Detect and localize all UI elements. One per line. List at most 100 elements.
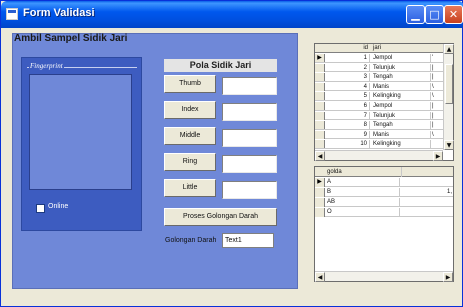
- table-row[interactable]: ▶ 1 Jempol ': [315, 54, 453, 63]
- cell-jari[interactable]: Kelingking: [371, 92, 431, 101]
- close-button[interactable]: ✕: [444, 5, 463, 24]
- proses-golongan-button[interactable]: Proses Golongan Darah: [164, 208, 277, 226]
- scroll-down-icon[interactable]: ▼: [444, 140, 454, 150]
- cell-extra[interactable]: \: [432, 131, 443, 139]
- cell-id[interactable]: 3: [325, 73, 370, 82]
- column-header-value[interactable]: [401, 167, 452, 177]
- row-selector[interactable]: [315, 198, 325, 207]
- thumb-button[interactable]: Thumb: [164, 75, 216, 93]
- cell-value[interactable]: 1,: [401, 188, 452, 197]
- scroll-left-icon[interactable]: ◀: [315, 151, 325, 161]
- scroll-right-icon[interactable]: ▶: [443, 272, 453, 282]
- app-window-icon: [6, 8, 18, 20]
- cell-jari[interactable]: Jempol: [371, 102, 431, 110]
- column-header-golda[interactable]: golda: [327, 167, 342, 177]
- table-row[interactable]: 9 Manis \: [315, 130, 453, 140]
- golda-grid-header: golda: [315, 167, 453, 177]
- golongan-label: Golongan Darah: [165, 237, 217, 244]
- cell-extra[interactable]: [432, 140, 443, 148]
- cell-value[interactable]: [401, 208, 452, 217]
- table-row[interactable]: ▶ A: [315, 178, 453, 187]
- little-button[interactable]: Little: [164, 179, 216, 197]
- table-row[interactable]: O: [315, 208, 453, 217]
- cell-jari[interactable]: Manis: [371, 130, 431, 139]
- table-row[interactable]: 4 Manis \: [315, 82, 453, 92]
- table-row[interactable]: 2 Telunjuk |: [315, 63, 453, 73]
- table-row[interactable]: 7 Telunjuk |: [315, 111, 453, 121]
- cell-extra[interactable]: ': [432, 54, 443, 62]
- maximize-button[interactable]: □: [425, 5, 444, 24]
- scroll-thumb[interactable]: [445, 64, 453, 104]
- cell-extra[interactable]: \: [432, 83, 443, 91]
- table-row[interactable]: 3 Tengah |: [315, 73, 453, 82]
- cell-value[interactable]: [401, 198, 452, 207]
- column-header-id[interactable]: id: [325, 44, 370, 53]
- table-row[interactable]: 8 Tengah |: [315, 121, 453, 130]
- cell-id[interactable]: 8: [325, 121, 370, 130]
- table-row[interactable]: 10 Kelingking: [315, 140, 453, 149]
- table-row[interactable]: AB: [315, 198, 453, 207]
- row-selector[interactable]: [315, 130, 325, 139]
- cell-id[interactable]: 2: [325, 63, 370, 72]
- online-checkbox[interactable]: [36, 204, 45, 213]
- cell-extra[interactable]: |: [432, 121, 443, 129]
- cell-jari[interactable]: Tengah: [371, 73, 431, 82]
- row-selector[interactable]: [315, 82, 325, 91]
- middle-button[interactable]: Middle: [164, 127, 216, 145]
- row-selector[interactable]: [315, 208, 325, 217]
- cell-jari[interactable]: Manis: [371, 82, 431, 91]
- cell-extra[interactable]: |: [432, 112, 443, 120]
- index-button[interactable]: Index: [164, 101, 216, 119]
- cell-id[interactable]: 1: [325, 54, 370, 62]
- row-selector[interactable]: [315, 188, 325, 197]
- cell-extra[interactable]: |: [432, 73, 443, 81]
- cell-jari[interactable]: Telunjuk: [371, 63, 431, 72]
- cell-jari[interactable]: Telunjuk: [371, 111, 431, 120]
- cell-value[interactable]: [401, 178, 452, 187]
- cell-id[interactable]: 10: [325, 140, 370, 149]
- cell-golda[interactable]: O: [325, 208, 400, 217]
- ring-button[interactable]: Ring: [164, 153, 216, 171]
- table-row[interactable]: 6 Jempol |: [315, 102, 453, 111]
- jari-grid[interactable]: id jari ▶ 1 Jempol ' 2 Telunjuk | 3 Tengah | 4 Mani…: [314, 43, 454, 161]
- cell-extra[interactable]: |: [432, 64, 443, 72]
- row-selector[interactable]: ▶: [315, 178, 325, 187]
- minimize-button[interactable]: ▁: [406, 5, 425, 24]
- ring-image: [222, 155, 277, 173]
- row-selector[interactable]: [315, 111, 325, 120]
- golda-grid[interactable]: golda ▶ A B 1, AB O ◀ ▶: [314, 166, 454, 282]
- cell-golda[interactable]: B: [325, 188, 400, 197]
- row-selector[interactable]: ▶: [315, 54, 325, 62]
- golda-grid-hscrollbar[interactable]: ◀ ▶: [315, 271, 453, 282]
- cell-golda[interactable]: AB: [325, 198, 400, 207]
- cell-id[interactable]: 9: [325, 130, 370, 139]
- jari-grid-hscrollbar[interactable]: ◀ ▶: [315, 150, 443, 161]
- row-selector[interactable]: [315, 102, 325, 110]
- row-selector[interactable]: [315, 121, 325, 130]
- cell-jari[interactable]: Kelingking: [371, 140, 431, 149]
- table-row[interactable]: B 1,: [315, 188, 453, 197]
- cell-id[interactable]: 6: [325, 102, 370, 110]
- title-bar[interactable]: Form Validasi ▁ □ ✕: [1, 1, 463, 28]
- cell-extra[interactable]: \: [432, 92, 443, 100]
- scroll-right-icon[interactable]: ▶: [433, 151, 443, 161]
- cell-jari[interactable]: Tengah: [371, 121, 431, 130]
- scroll-up-icon[interactable]: ▲: [444, 44, 454, 54]
- row-selector[interactable]: [315, 140, 325, 149]
- column-header-jari[interactable]: jari: [371, 44, 381, 53]
- cell-id[interactable]: 7: [325, 111, 370, 120]
- row-selector[interactable]: [315, 63, 325, 72]
- jari-grid-vscrollbar[interactable]: ▲ ▼: [443, 44, 454, 150]
- online-label: Online: [48, 203, 69, 210]
- scroll-left-icon[interactable]: ◀: [315, 272, 325, 282]
- cell-id[interactable]: 4: [325, 82, 370, 91]
- cell-golda[interactable]: A: [325, 178, 400, 187]
- cell-jari[interactable]: Jempol: [371, 54, 431, 62]
- golongan-field[interactable]: Text1: [222, 233, 274, 248]
- row-selector[interactable]: [315, 73, 325, 82]
- cell-id[interactable]: 5: [325, 92, 370, 101]
- cell-extra[interactable]: |: [432, 102, 443, 110]
- window-title: Form Validasi: [23, 7, 95, 19]
- row-selector[interactable]: [315, 92, 325, 101]
- table-row[interactable]: 5 Kelingking \: [315, 92, 453, 101]
